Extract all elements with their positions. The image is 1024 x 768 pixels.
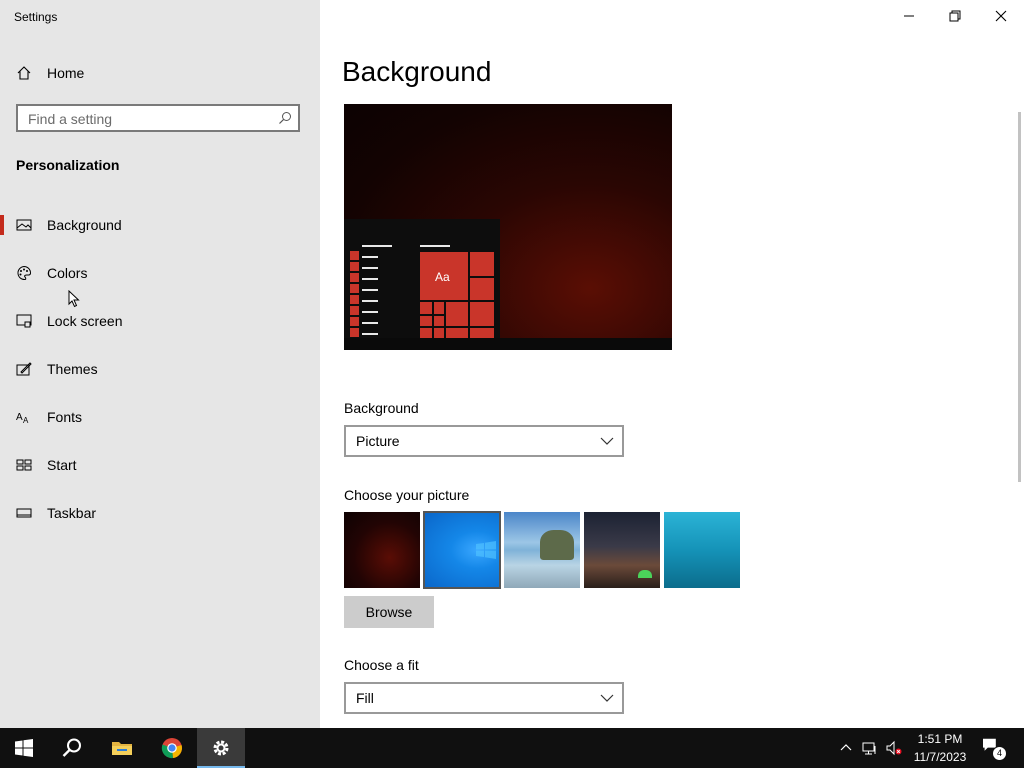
background-type-dropdown[interactable]: Picture xyxy=(344,425,624,457)
fonts-icon: AA xyxy=(16,412,29,425)
svg-text:A: A xyxy=(16,412,23,423)
sidebar-item-start[interactable]: Start xyxy=(0,445,320,485)
volume-muted-icon[interactable] xyxy=(886,740,902,756)
sidebar-item-label: Fonts xyxy=(47,409,83,425)
search-placeholder: Find a setting xyxy=(28,111,113,127)
preview-app-column xyxy=(350,251,359,350)
chevron-down-icon xyxy=(600,437,614,445)
sidebar-item-label: Lock screen xyxy=(47,313,123,329)
picture-thumbnail-dark-red[interactable] xyxy=(344,512,420,588)
section-title: Personalization xyxy=(16,157,120,173)
preview-tiles: Aa xyxy=(420,252,494,338)
minimize-icon xyxy=(904,15,914,17)
background-type-value: Picture xyxy=(356,433,400,449)
sidebar-item-label: Themes xyxy=(47,361,98,377)
os-taskbar: 1:51 PM 11/7/2023 4 xyxy=(0,728,1024,768)
sidebar-item-themes[interactable]: Themes xyxy=(0,349,320,389)
sidebar-item-label: Colors xyxy=(47,265,88,281)
fit-dropdown[interactable]: Fill xyxy=(344,682,624,714)
windows-logo-icon xyxy=(476,541,496,559)
sidebar-item-background[interactable]: Background xyxy=(0,205,320,245)
system-clock[interactable]: 1:51 PM 11/7/2023 xyxy=(908,730,972,766)
close-icon xyxy=(995,10,1007,22)
chevron-down-icon xyxy=(600,694,614,702)
sidebar-item-colors[interactable]: Colors xyxy=(0,253,320,293)
restore-button[interactable] xyxy=(932,0,978,32)
minimize-button[interactable] xyxy=(886,0,932,32)
network-icon[interactable] xyxy=(862,740,878,756)
themes-icon xyxy=(16,362,32,376)
choose-picture-label: Choose your picture xyxy=(344,487,470,503)
start-button[interactable] xyxy=(0,728,48,768)
picture-thumbnail-night-sky[interactable] xyxy=(584,512,660,588)
content-scrollbar[interactable] xyxy=(1018,112,1021,482)
fit-value: Fill xyxy=(356,690,374,706)
action-center-button[interactable]: 4 xyxy=(982,738,1007,761)
clock-date: 11/7/2023 xyxy=(913,750,967,764)
page-title: Background xyxy=(342,56,492,87)
picture-icon xyxy=(16,219,32,231)
sidebar-item-label: Taskbar xyxy=(47,505,97,521)
choose-fit-label: Choose a fit xyxy=(344,657,419,673)
picture-thumbnail-windows-blue[interactable] xyxy=(423,511,501,589)
sidebar-item-fonts[interactable]: AA Fonts xyxy=(0,397,320,437)
preview-taskbar xyxy=(344,338,672,350)
chrome-icon xyxy=(161,738,182,759)
search-icon xyxy=(62,738,81,757)
home-label: Home xyxy=(47,65,85,81)
sidebar-item-label: Background xyxy=(47,217,122,233)
background-label: Background xyxy=(344,400,419,416)
settings-taskbar-button[interactable] xyxy=(197,728,245,768)
clock-time: 1:51 PM xyxy=(917,732,963,746)
sidebar-item-label: Start xyxy=(47,457,77,473)
search-input[interactable]: Find a setting xyxy=(16,104,300,132)
desktop-preview: Aa xyxy=(344,104,672,350)
sidebar-item-taskbar[interactable]: Taskbar xyxy=(0,493,320,533)
preview-tiles-header xyxy=(420,245,450,247)
close-button[interactable] xyxy=(978,0,1024,32)
picture-thumbnail-beach-rock[interactable] xyxy=(504,512,580,588)
settings-icon xyxy=(213,740,229,756)
palette-icon xyxy=(17,265,31,281)
svg-text:A: A xyxy=(23,416,29,425)
browse-button[interactable]: Browse xyxy=(344,596,434,628)
app-title: Settings xyxy=(14,10,58,24)
sidebar-item-lock-screen[interactable]: Lock screen xyxy=(0,301,320,341)
home-icon xyxy=(17,66,31,80)
picture-gallery xyxy=(344,511,740,589)
taskbar-search-button[interactable] xyxy=(48,728,96,768)
windows-start-icon xyxy=(15,739,33,757)
chrome-button[interactable] xyxy=(148,728,196,768)
restore-icon xyxy=(949,10,961,22)
preview-tile-label: Aa xyxy=(435,270,450,284)
preview-app-list xyxy=(362,245,392,344)
search-icon[interactable] xyxy=(278,111,292,125)
settings-sidebar: Settings Home Find a setting Personaliza… xyxy=(0,0,320,728)
chevron-up-icon[interactable] xyxy=(838,740,854,756)
picture-thumbnail-underwater[interactable] xyxy=(664,512,740,588)
mouse-pointer-icon xyxy=(68,290,80,308)
file-explorer-icon xyxy=(112,742,132,755)
taskbar-icon xyxy=(16,508,32,518)
lock-screen-icon xyxy=(16,314,32,328)
start-icon xyxy=(16,459,32,471)
notification-count-badge: 4 xyxy=(992,746,1007,761)
home-nav-item[interactable]: Home xyxy=(16,63,84,83)
file-explorer-button[interactable] xyxy=(98,728,146,768)
preview-start-menu: Aa xyxy=(344,219,500,350)
